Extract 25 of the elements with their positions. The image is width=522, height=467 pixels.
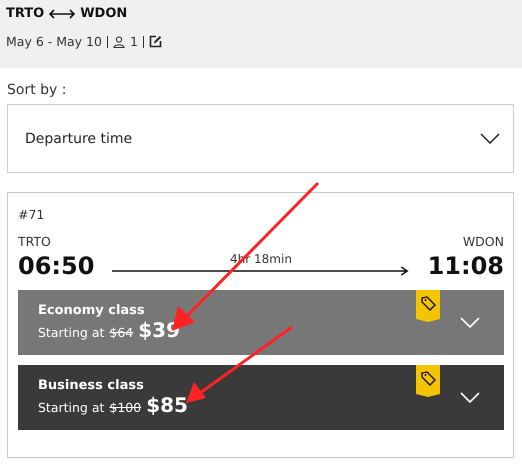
person-icon	[112, 36, 125, 48]
round-trip-arrow-icon	[49, 8, 76, 18]
destination-code: WDON	[80, 6, 128, 21]
price-prefix: Starting at	[38, 325, 104, 340]
passenger-count: 1	[130, 34, 138, 49]
travel-dates: May 6 - May 10	[6, 34, 102, 49]
edit-icon[interactable]	[148, 35, 162, 48]
trip-number: #71	[18, 207, 46, 222]
origin-code: TRTO	[6, 6, 44, 21]
old-price: $100	[109, 400, 142, 415]
destination-code: WDON	[462, 234, 504, 249]
sort-label: Sort by :	[7, 82, 68, 98]
chevron-down-icon	[460, 317, 480, 328]
fare-price: $85	[146, 393, 188, 417]
departure-time: 06:50	[18, 252, 94, 280]
chevron-down-icon	[460, 392, 480, 403]
origin-code: TRTO	[18, 234, 51, 249]
chevron-down-icon	[480, 133, 500, 144]
old-price: $64	[109, 325, 134, 340]
fare-row[interactable]: Business class Starting at $100 $85	[18, 365, 504, 430]
price-prefix: Starting at	[38, 400, 104, 415]
fare-class: Economy class	[38, 303, 146, 318]
arrival-time: 11:08	[428, 252, 504, 280]
fare-class: Business class	[38, 378, 145, 393]
sort-dropdown[interactable]: Departure time	[7, 104, 514, 173]
